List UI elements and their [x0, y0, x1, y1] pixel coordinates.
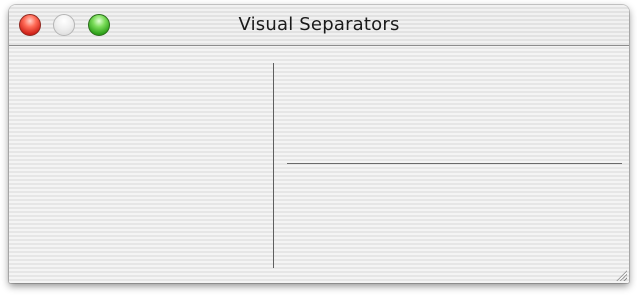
window-title: Visual Separators	[238, 14, 400, 35]
resize-grip-icon[interactable]	[615, 269, 627, 281]
app-window: Visual Separators	[9, 5, 629, 283]
title-bar[interactable]: Visual Separators	[9, 5, 629, 46]
vertical-separator	[273, 63, 274, 268]
horizontal-separator	[287, 163, 622, 164]
